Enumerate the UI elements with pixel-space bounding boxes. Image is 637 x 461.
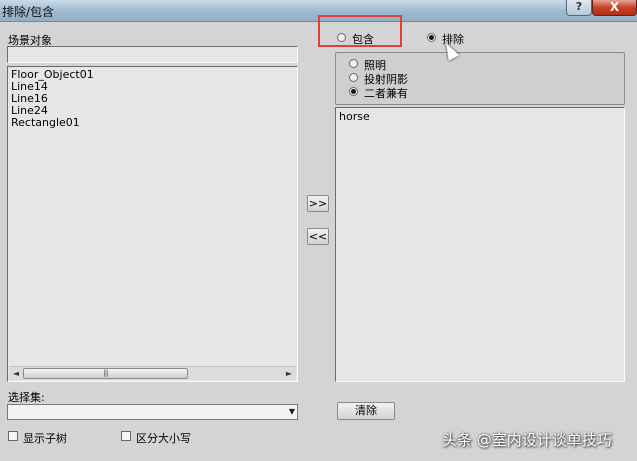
scroll-left-icon[interactable]: ◄ xyxy=(9,367,23,380)
illumination-radio[interactable] xyxy=(349,59,358,68)
add-to-list-button[interactable]: >> xyxy=(307,195,329,212)
highlight-box xyxy=(318,15,402,47)
chevron-down-icon[interactable]: ▼ xyxy=(289,405,295,419)
show-subtree-label: 显示子树 xyxy=(23,432,67,445)
case-sensitive-checkbox[interactable] xyxy=(121,431,131,441)
both-label: 二者兼有 xyxy=(364,87,408,100)
close-button[interactable]: X xyxy=(592,0,637,16)
list-item[interactable]: Rectangle01 xyxy=(11,117,80,129)
excluded-objects-list[interactable]: horse xyxy=(335,107,625,382)
exclusion-type-group: 照明 投射阴影 二者兼有 xyxy=(335,52,625,105)
shadow-casting-radio[interactable] xyxy=(349,73,358,82)
scroll-thumb[interactable]: ||| xyxy=(23,368,188,379)
both-radio[interactable] xyxy=(349,87,358,96)
clear-button[interactable]: 清除 xyxy=(337,402,395,420)
selection-set-dropdown[interactable]: ▼ xyxy=(7,404,298,420)
window-title: 排除/包含 xyxy=(2,5,55,19)
scene-objects-list[interactable]: Floor_Object01 Line14 Line16 Line24 Rect… xyxy=(7,66,298,382)
selection-set-label: 选择集: xyxy=(8,391,45,404)
case-sensitive-label: 区分大小写 xyxy=(136,432,191,445)
scroll-right-icon[interactable]: ► xyxy=(282,367,296,380)
remove-from-list-button[interactable]: << xyxy=(307,228,329,245)
exclude-radio[interactable] xyxy=(427,33,436,42)
scene-search-input[interactable] xyxy=(7,46,298,63)
help-button[interactable]: ? xyxy=(566,0,592,16)
list-item[interactable]: horse xyxy=(339,111,370,123)
show-subtree-checkbox[interactable] xyxy=(8,431,18,441)
watermark: 头条 @室内设计谈单技巧 xyxy=(442,431,612,449)
horizontal-scrollbar[interactable]: ◄ ||| ► xyxy=(9,366,296,380)
